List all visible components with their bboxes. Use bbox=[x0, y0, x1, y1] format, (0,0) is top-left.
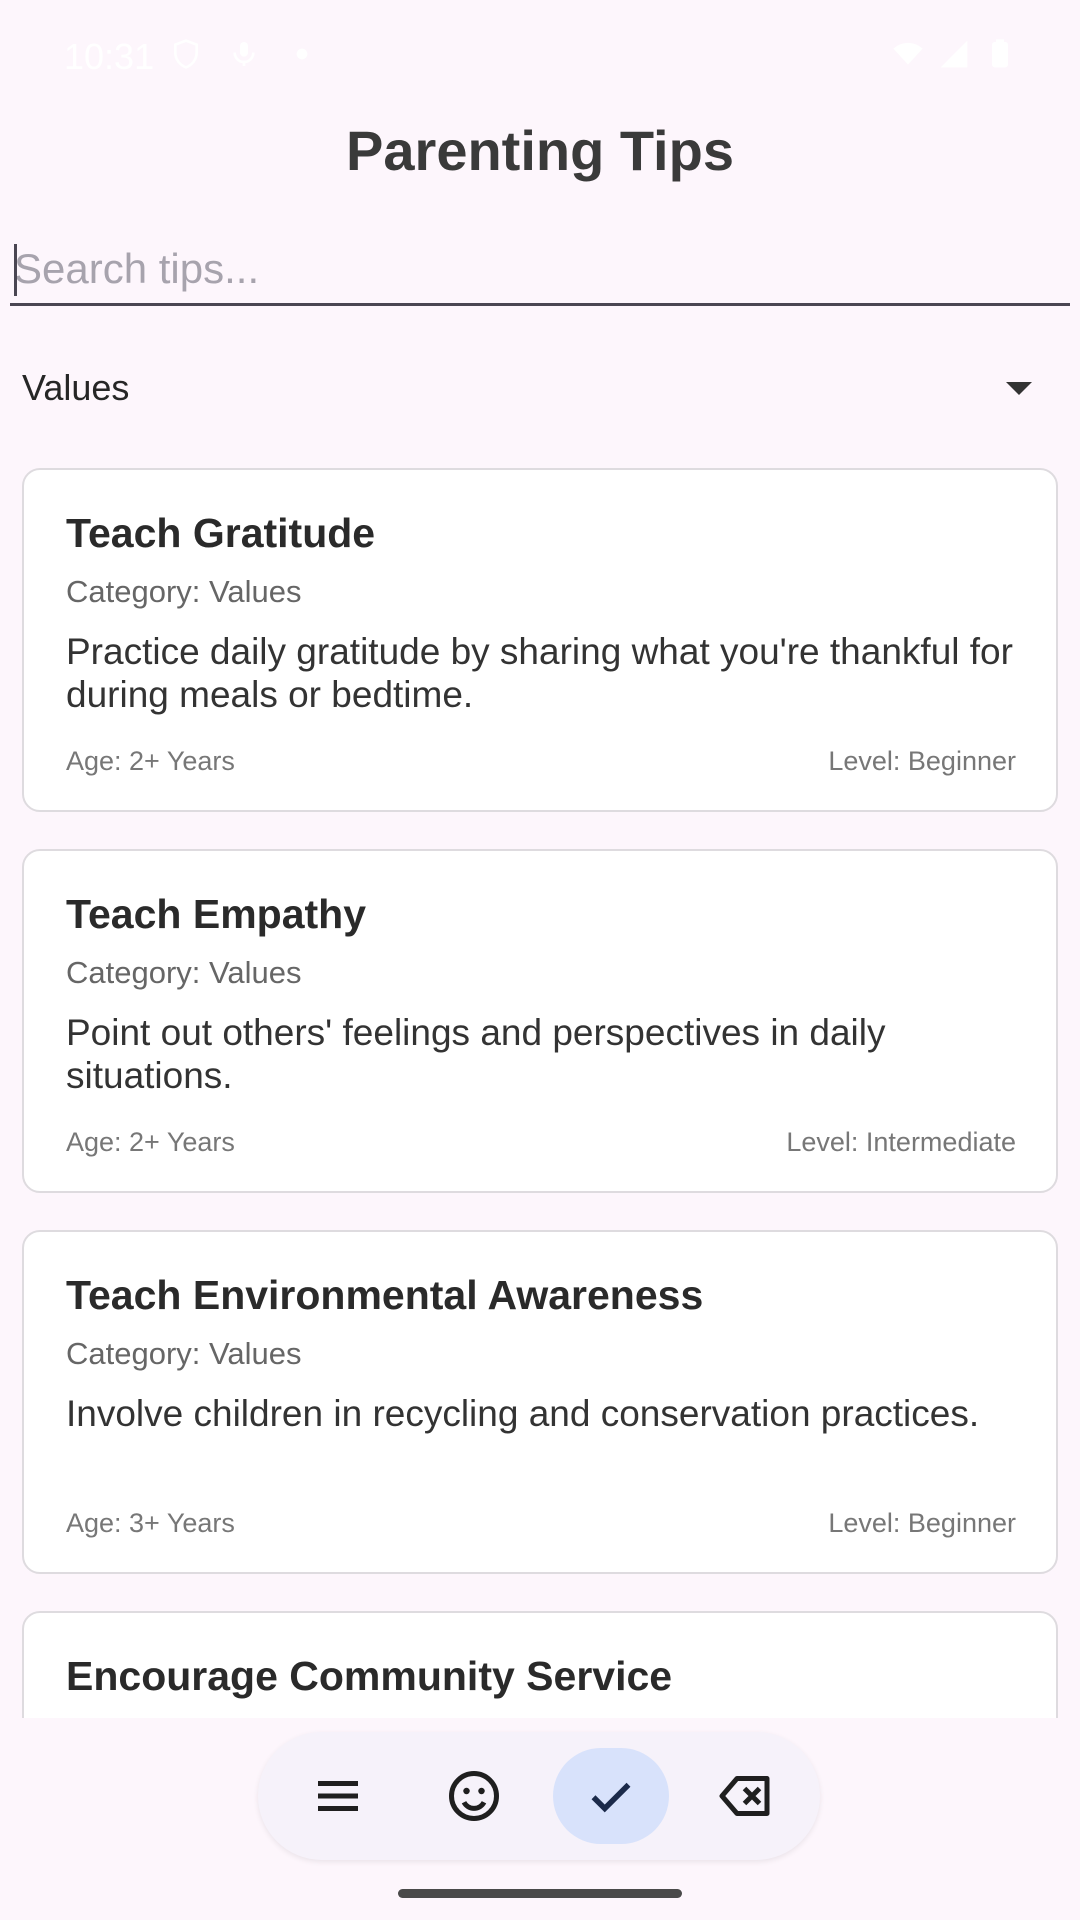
dot-icon bbox=[296, 48, 308, 60]
tip-title: Encourage Community Service bbox=[66, 1653, 673, 1699]
tip-title: Teach Gratitude bbox=[66, 510, 376, 556]
menu-icon bbox=[318, 1781, 358, 1811]
chevron-down-icon[interactable] bbox=[1006, 381, 1032, 395]
mic-off-icon bbox=[233, 42, 255, 66]
tip-title: Teach Empathy bbox=[66, 891, 366, 937]
keyboard-toolbar bbox=[258, 1732, 820, 1860]
tip-category: Category: Values bbox=[66, 955, 302, 990]
signal-icon bbox=[940, 40, 968, 68]
tip-description: Involve children in recycling and conser… bbox=[66, 1393, 980, 1434]
tip-category: Category: Values bbox=[66, 574, 302, 609]
tip-card[interactable]: Encourage Community Service bbox=[22, 1611, 1058, 1718]
text-cursor bbox=[14, 244, 17, 296]
tip-description: Point out others' feelings and perspecti… bbox=[66, 1012, 886, 1096]
emoji-icon bbox=[449, 1771, 499, 1821]
tip-category: Category: Values bbox=[66, 1336, 302, 1371]
status-bar: 10:31 bbox=[0, 0, 1080, 110]
backspace-button[interactable] bbox=[689, 1748, 805, 1844]
status-right-icons bbox=[892, 38, 1016, 70]
shield-icon bbox=[174, 39, 198, 69]
page-title: Parenting Tips bbox=[346, 119, 734, 182]
tip-age: Age: 2+ Years bbox=[66, 746, 235, 776]
tip-card[interactable]: Teach Empathy Category: Values Point out… bbox=[22, 849, 1058, 1193]
check-icon bbox=[591, 1782, 631, 1813]
tip-card[interactable]: Teach Environmental Awareness Category: … bbox=[22, 1230, 1058, 1574]
status-left-icons bbox=[170, 38, 318, 70]
tip-level: Level: Intermediate bbox=[786, 1127, 1016, 1157]
tip-age: Age: 3+ Years bbox=[66, 1508, 235, 1538]
wifi-icon bbox=[893, 42, 923, 65]
search-input[interactable] bbox=[10, 238, 1070, 300]
backspace-icon bbox=[719, 1776, 770, 1816]
tip-level: Level: Beginner bbox=[828, 1508, 1016, 1538]
menu-button[interactable] bbox=[280, 1748, 396, 1844]
tips-list[interactable]: Teach Gratitude Category: Values Practic… bbox=[0, 466, 1080, 1718]
tip-card[interactable]: Teach Gratitude Category: Values Practic… bbox=[22, 468, 1058, 812]
tip-title: Teach Environmental Awareness bbox=[66, 1272, 704, 1318]
battery-icon bbox=[992, 39, 1008, 68]
emoji-button[interactable] bbox=[416, 1748, 532, 1844]
search-field[interactable] bbox=[10, 238, 1070, 306]
home-indicator[interactable] bbox=[398, 1889, 682, 1898]
tip-level: Level: Beginner bbox=[828, 746, 1016, 776]
tip-description: Practice daily gratitude by sharing what… bbox=[66, 631, 1013, 715]
done-button[interactable] bbox=[553, 1748, 669, 1844]
category-dropdown[interactable]: Values bbox=[22, 358, 1032, 418]
category-dropdown-value: Values bbox=[22, 367, 130, 408]
tip-age: Age: 2+ Years bbox=[66, 1127, 235, 1157]
status-time: 10:31 bbox=[64, 36, 155, 77]
